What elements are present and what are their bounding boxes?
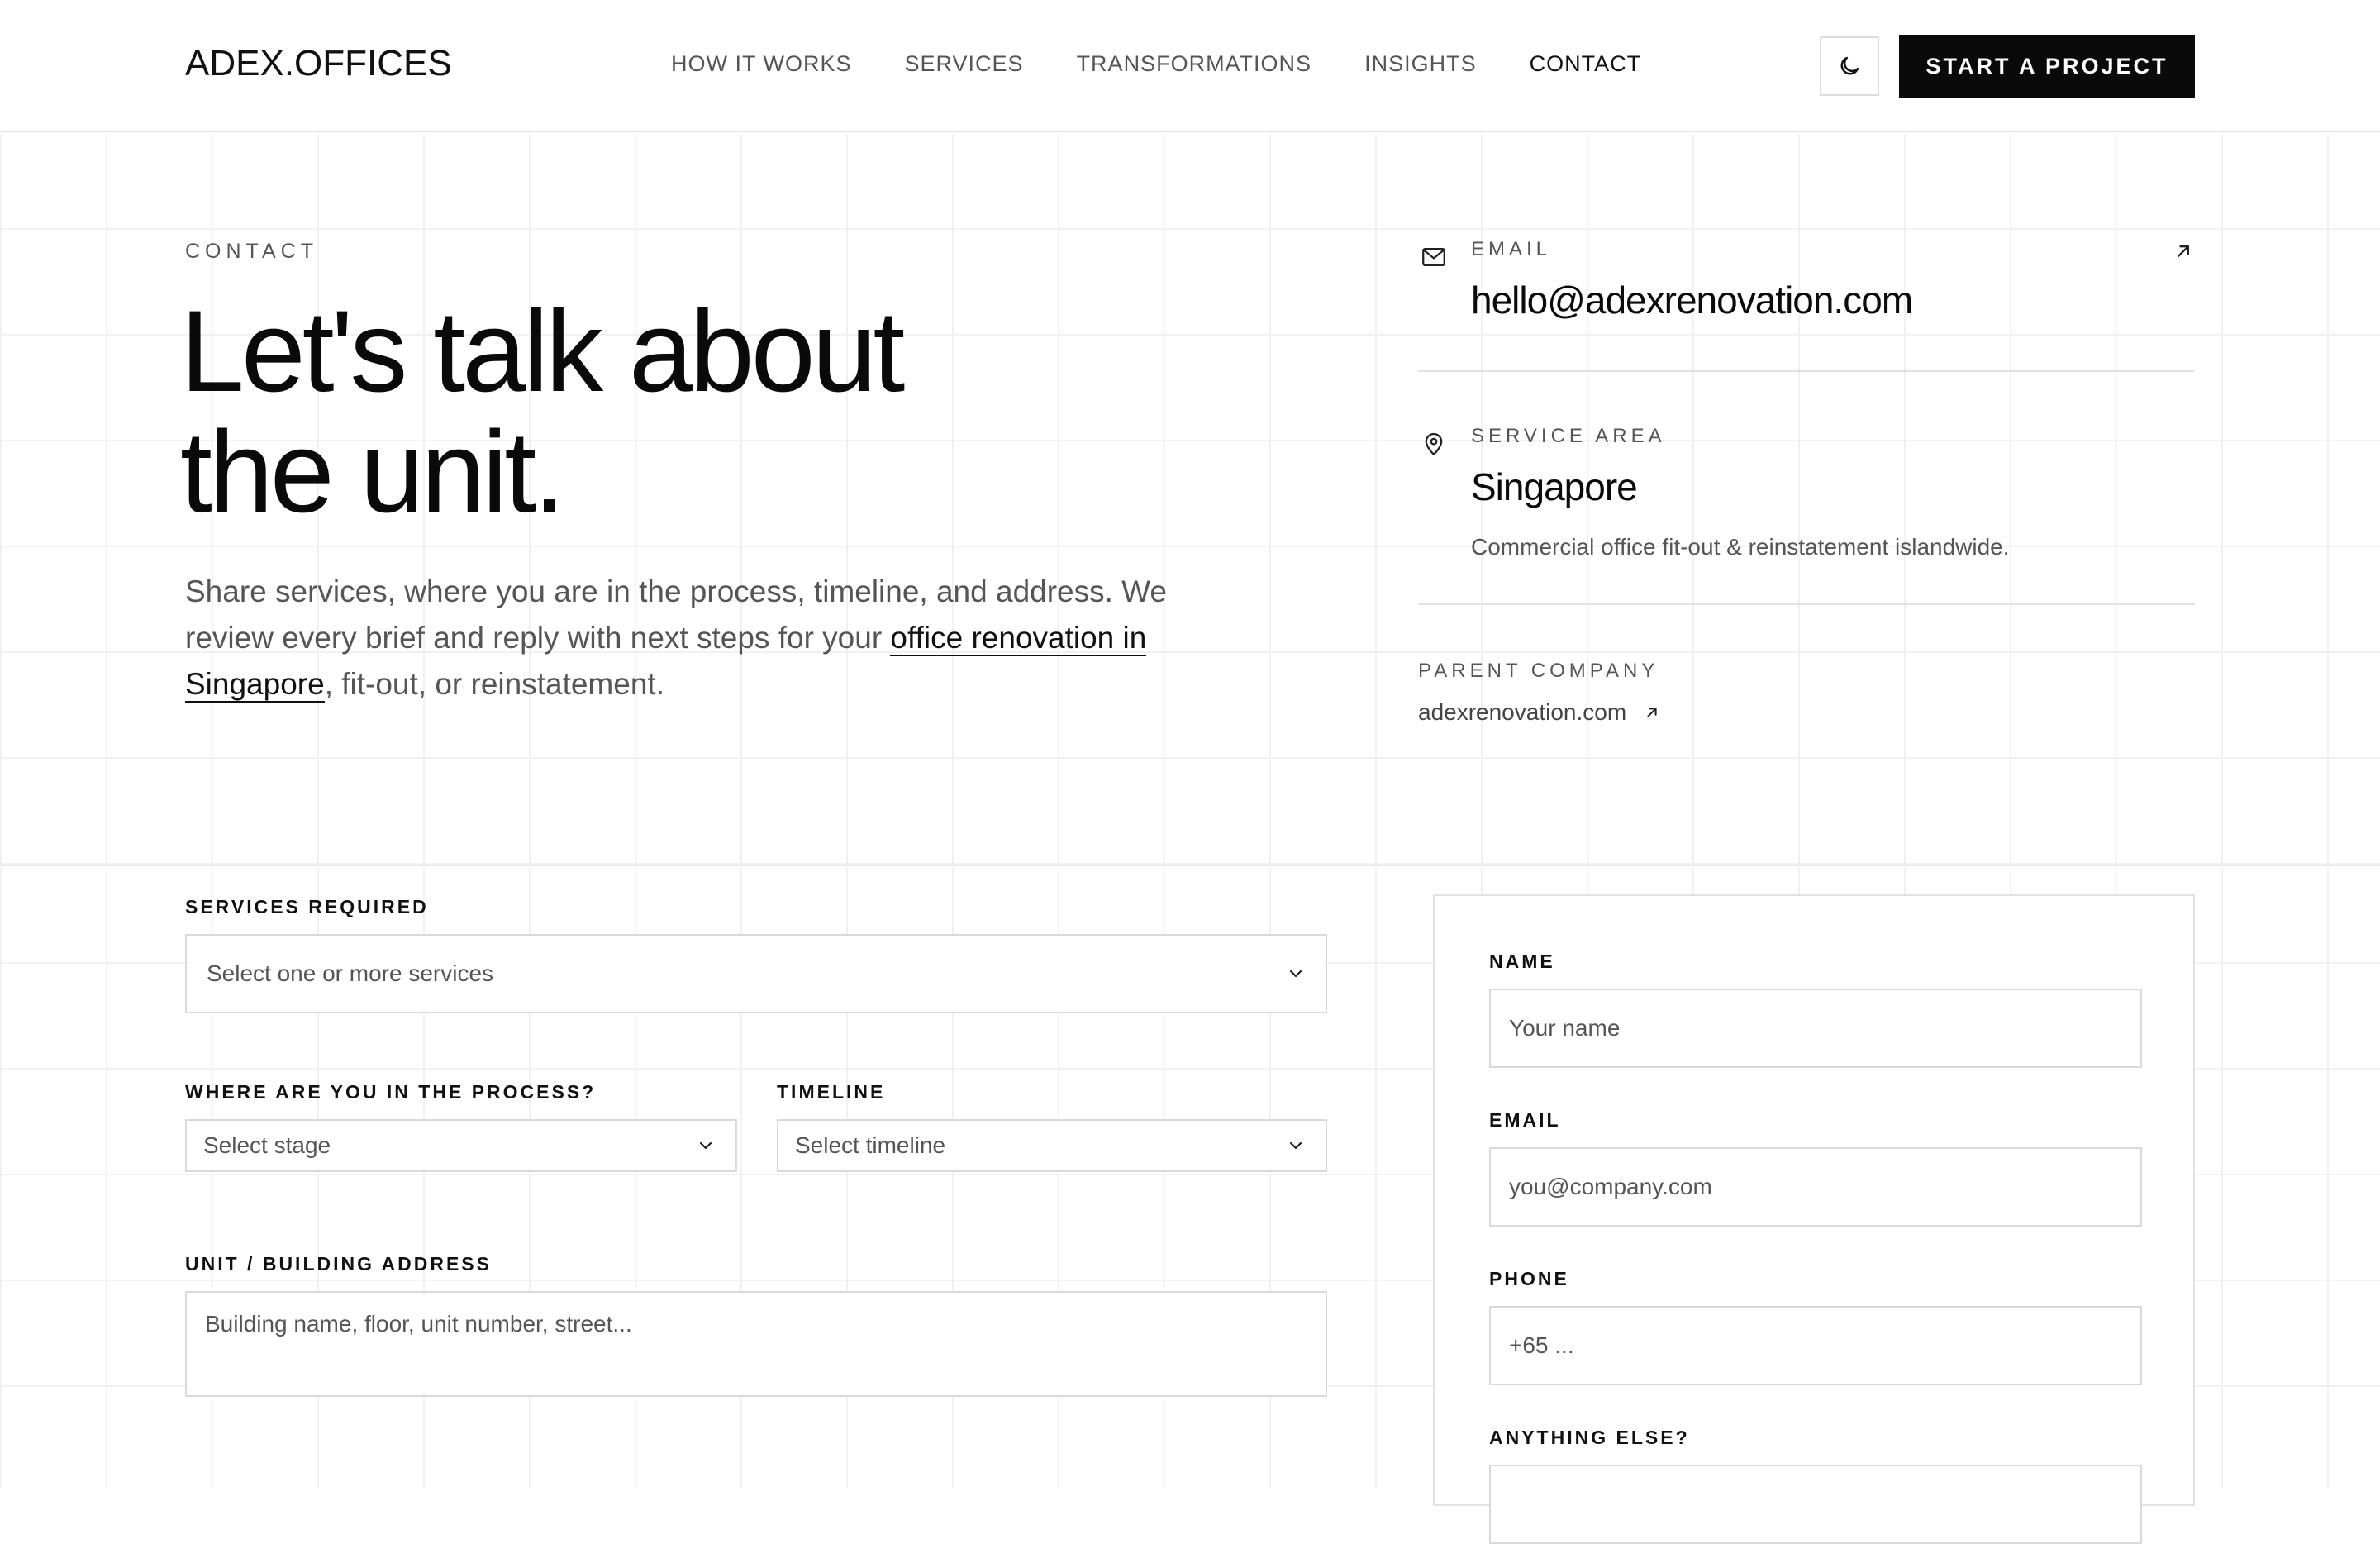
timeline-select[interactable]: Select timeline <box>777 1119 1327 1172</box>
stage-label: WHERE ARE YOU IN THE PROCESS? <box>185 1081 597 1103</box>
timeline-label: TIMELINE <box>777 1081 886 1103</box>
parent-company-label: PARENT COMPANY <box>1418 660 1659 682</box>
site-header: ADEX.OFFICES HOW IT WORKS SERVICES TRANS… <box>0 0 2380 132</box>
theme-toggle-button[interactable] <box>1820 36 1879 96</box>
address-input[interactable]: Building name, floor, unit number, stree… <box>185 1291 1327 1397</box>
parent-company-link-text: adexrenovation.com <box>1418 699 1627 725</box>
stage-select[interactable]: Select stage <box>185 1119 737 1172</box>
nav-transformations[interactable]: TRANSFORMATIONS <box>1077 51 1312 77</box>
service-area-description: Commercial office fit-out & reinstatemen… <box>1471 534 2010 560</box>
address-label: UNIT / BUILDING ADDRESS <box>185 1253 492 1275</box>
intro-text: Share services, where you are in the pro… <box>185 569 1177 708</box>
service-area-info: SERVICE AREA Singapore Commercial office… <box>1418 423 2195 605</box>
service-area-label: SERVICE AREA <box>1471 425 1666 447</box>
section-eyebrow: CONTACT <box>185 240 318 263</box>
chevron-down-icon <box>1289 1141 1302 1150</box>
email-label: EMAIL <box>1471 238 1552 260</box>
email-field-label: EMAIL <box>1489 1109 1561 1131</box>
intro-text-end: , fit-out, or reinstatement. <box>324 667 664 701</box>
services-select[interactable]: Select one or more services <box>185 934 1327 1013</box>
phone-input[interactable]: +65 ... <box>1489 1306 2142 1385</box>
email-placeholder: you@company.com <box>1509 1174 1712 1199</box>
chevron-down-icon <box>1289 970 1302 978</box>
services-label: SERVICES REQUIRED <box>185 896 429 917</box>
stage-select-value: Select stage <box>203 1132 331 1158</box>
name-placeholder: Your name <box>1509 1015 1621 1041</box>
headline-line-2: the unit. <box>180 407 565 536</box>
email-input[interactable]: you@company.com <box>1489 1147 2142 1227</box>
phone-label: PHONE <box>1489 1268 1569 1289</box>
nav-insights[interactable]: INSIGHTS <box>1364 51 1477 77</box>
notes-input[interactable] <box>1489 1465 2142 1544</box>
site-logo[interactable]: ADEX.OFFICES <box>185 43 452 84</box>
name-label: NAME <box>1489 951 1555 972</box>
chevron-down-icon <box>699 1141 712 1150</box>
notes-label: ANYTHING ELSE? <box>1489 1427 1690 1448</box>
arrow-up-right-icon <box>2178 245 2189 257</box>
email-info[interactable]: EMAIL hello@adexrenovation.com <box>1418 236 2195 372</box>
arrow-up-right-icon <box>1647 708 1657 717</box>
phone-placeholder: +65 ... <box>1509 1332 1574 1358</box>
moon-icon <box>1840 56 1859 75</box>
services-select-value: Select one or more services <box>207 960 494 986</box>
main-nav: HOW IT WORKS SERVICES TRANSFORMATIONS IN… <box>671 51 1641 77</box>
nav-how-it-works[interactable]: HOW IT WORKS <box>671 51 852 77</box>
nav-contact[interactable]: CONTACT <box>1530 51 1642 77</box>
service-area-value: Singapore <box>1471 465 1638 508</box>
start-project-button[interactable]: START A PROJECT <box>1899 35 2195 98</box>
timeline-select-value: Select timeline <box>795 1132 946 1158</box>
mail-icon <box>1422 247 1445 267</box>
map-pin-icon <box>1425 432 1443 455</box>
headline-line-1: Let's talk about <box>180 286 905 416</box>
parent-company-link[interactable]: adexrenovation.com <box>1418 699 1661 726</box>
page-title: Let's talk about the unit. <box>180 291 1254 532</box>
nav-services[interactable]: SERVICES <box>905 51 1024 77</box>
address-placeholder: Building name, floor, unit number, stree… <box>205 1311 632 1337</box>
name-input[interactable]: Your name <box>1489 989 2142 1068</box>
contact-details-panel: NAME Your name EMAIL you@company.com PHO… <box>1433 894 2195 1544</box>
email-value[interactable]: hello@adexrenovation.com <box>1471 278 1913 322</box>
